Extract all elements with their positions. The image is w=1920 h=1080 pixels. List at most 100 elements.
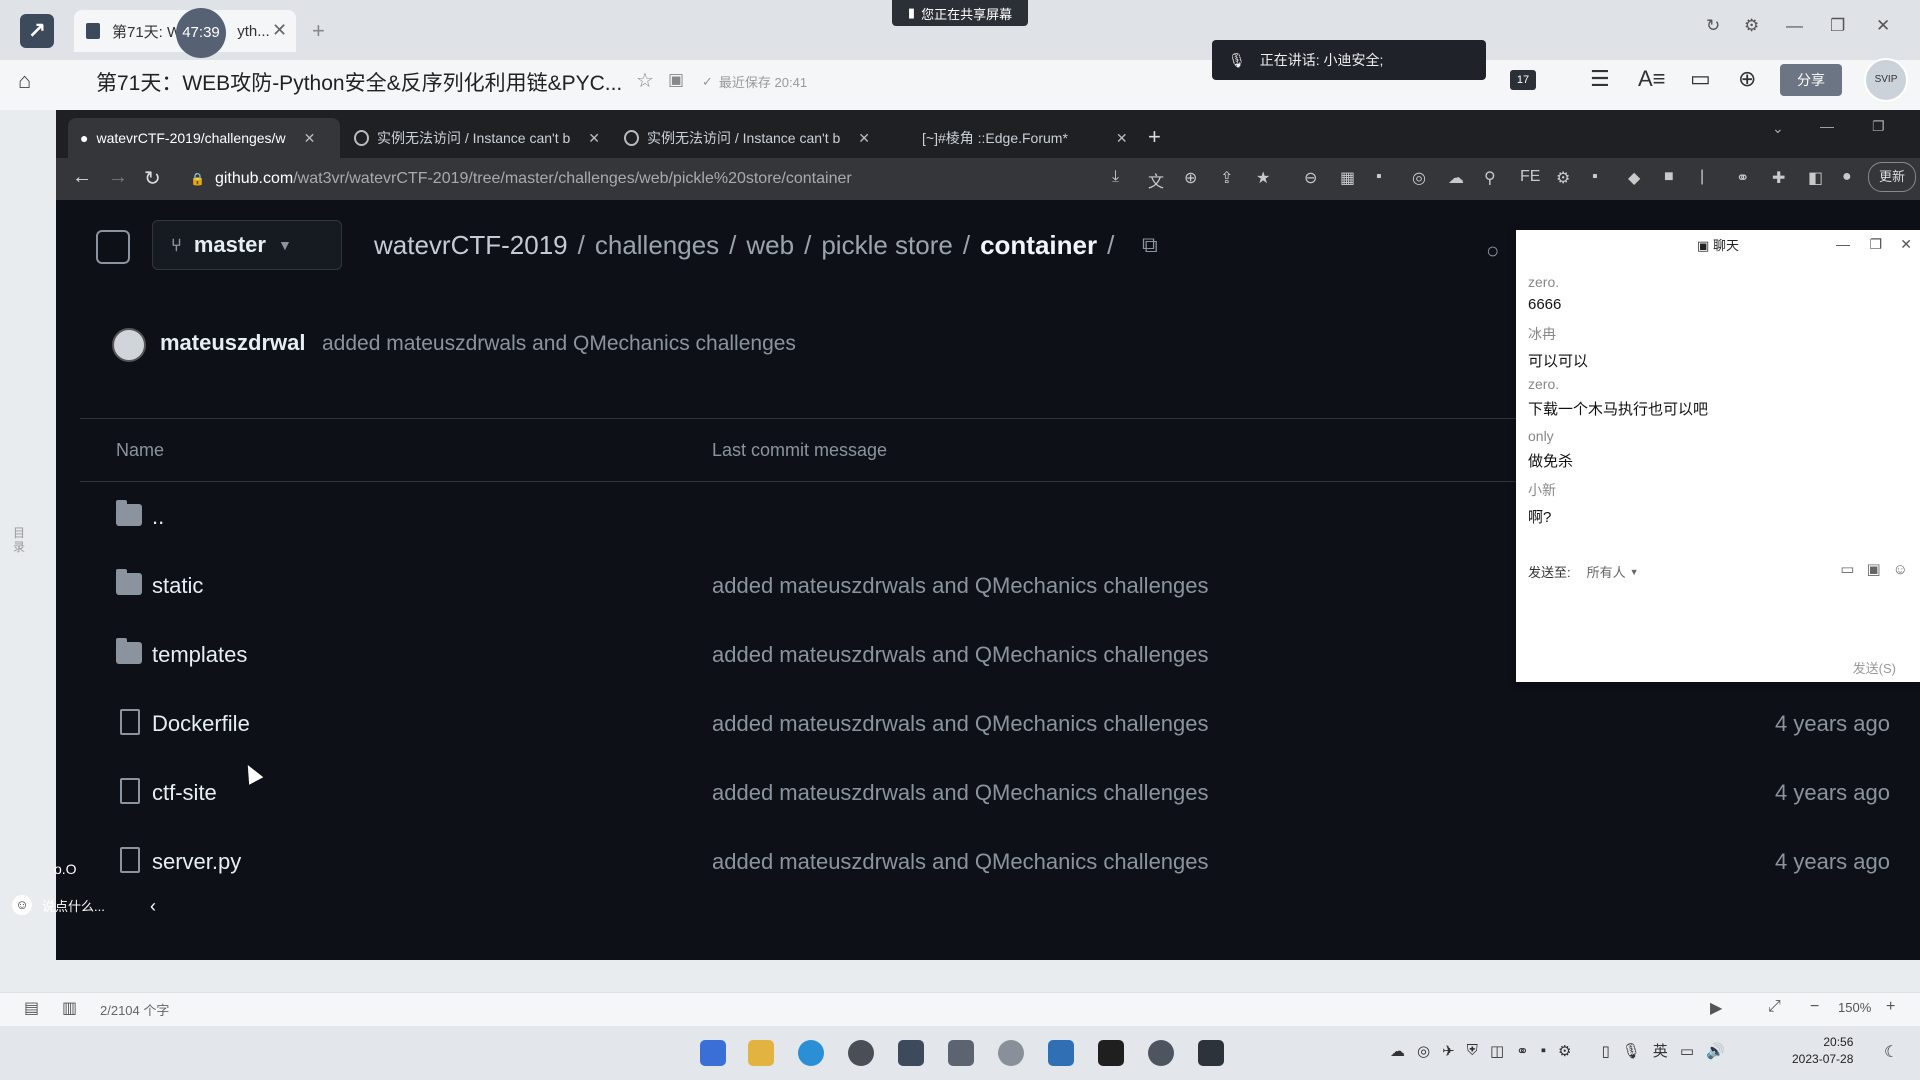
tray-capture-icon[interactable]: ◫	[1490, 1042, 1504, 1060]
forward-icon[interactable]: →	[108, 166, 128, 189]
extensions-puzzle-icon[interactable]: ✚	[1772, 168, 1785, 188]
participant-count-badge[interactable]: 17	[1510, 70, 1536, 90]
start-menu-icon[interactable]	[700, 1040, 726, 1066]
tray-bird-icon[interactable]: ✈	[1442, 1042, 1455, 1060]
latest-commit-message[interactable]: added mateuszdrwals and QMechanics chall…	[322, 332, 796, 356]
add-user-icon[interactable]: ⊕	[1738, 66, 1756, 92]
settings-icon[interactable]: ⚙	[1744, 16, 1759, 36]
tray-app-icon[interactable]: ▪	[1541, 1042, 1546, 1059]
play-icon[interactable]: ▶	[1710, 998, 1722, 1018]
tray-mic-icon[interactable]: 🎙	[1622, 1042, 1641, 1060]
file-name[interactable]: Dockerfile	[152, 711, 250, 737]
app-icon[interactable]	[1148, 1040, 1174, 1066]
extension-pin-icon[interactable]: ⚲	[1484, 168, 1496, 188]
browser-tab-edge-forum[interactable]: [~]#棱角 ::Edge.Forum* ✕	[902, 118, 1138, 158]
pycharm-icon[interactable]	[1098, 1040, 1124, 1066]
file-name[interactable]: ctf-site	[152, 780, 217, 806]
user-avatar[interactable]: SVIP	[1864, 58, 1908, 102]
screenshot-icon[interactable]: ▣	[1866, 560, 1880, 578]
extension-grid-icon[interactable]: ▦	[1340, 168, 1355, 188]
install-icon[interactable]: ⤓	[1112, 168, 1119, 186]
file-name[interactable]: templates	[152, 642, 247, 668]
note-app-icon[interactable]	[898, 1040, 924, 1066]
address-bar[interactable]: 🔒 github.com/wat3vr/watevrCTF-2019/tree/…	[180, 164, 1300, 194]
extension-bar-icon[interactable]: |	[1700, 168, 1704, 186]
extension-globe-icon[interactable]: ◎	[1412, 168, 1426, 188]
file-name[interactable]: static	[152, 573, 203, 599]
volume-icon[interactable]: 🔊	[1706, 1042, 1725, 1060]
tray-shield-icon[interactable]: ⛨	[1467, 1042, 1478, 1059]
user-icon[interactable]: ☺	[1893, 561, 1908, 578]
send-to-target[interactable]: 所有人	[1587, 562, 1626, 581]
bookmark-star-icon[interactable]: ★	[1256, 168, 1270, 188]
extension-square-icon[interactable]: ▪	[1592, 168, 1598, 186]
close-tab-icon[interactable]: ✕	[272, 20, 287, 41]
present-icon[interactable]: ▭	[1690, 66, 1711, 92]
battery-icon[interactable]: ▯	[1601, 1042, 1609, 1060]
branch-selector[interactable]: ⑂ master ▼	[152, 220, 342, 270]
terminal-icon[interactable]	[1198, 1040, 1224, 1066]
new-tab-button[interactable]: +	[312, 18, 325, 44]
translate-icon[interactable]: 文	[1148, 168, 1164, 192]
commit-author[interactable]: mateuszdrwal	[160, 330, 306, 356]
chrome-browser-icon[interactable]	[848, 1040, 874, 1066]
collapse-left-icon[interactable]: ‹	[150, 896, 156, 917]
send-button[interactable]: 发送(S)	[1853, 658, 1896, 677]
copy-path-icon[interactable]: ⧉	[1142, 232, 1158, 258]
search-icon[interactable]: ○	[1486, 238, 1499, 264]
back-icon[interactable]: ←	[72, 166, 92, 189]
breadcrumb-repo-link[interactable]: watevrCTF-2019	[374, 230, 568, 261]
game-icon[interactable]	[998, 1040, 1024, 1066]
file-name[interactable]: ..	[152, 504, 164, 530]
share-page-icon[interactable]: ⇪	[1220, 168, 1233, 188]
close-tab-icon[interactable]: ✕	[858, 130, 870, 147]
maximize-button[interactable]: ❐	[1872, 118, 1885, 135]
menu-icon[interactable]: ☰	[1590, 66, 1610, 92]
extension-fe-icon[interactable]: FE	[1520, 168, 1540, 186]
folder-icon[interactable]: ▭	[1840, 560, 1854, 578]
close-tab-icon[interactable]: ✕	[304, 130, 316, 147]
update-button[interactable]: 更新	[1868, 162, 1916, 192]
commit-message[interactable]: added mateuszdrwals and QMechanics chall…	[712, 573, 1209, 599]
close-tab-icon[interactable]: ✕	[1116, 130, 1128, 147]
tray-gear-icon[interactable]: ⚙	[1558, 1042, 1571, 1060]
word-count[interactable]: 2/2104 个字	[100, 1000, 169, 1019]
vscode-icon[interactable]	[1048, 1040, 1074, 1066]
file-tree-toggle-icon[interactable]	[96, 230, 130, 264]
commit-message[interactable]: added mateuszdrwals and QMechanics chall…	[712, 780, 1209, 806]
tray-globe-icon[interactable]: ◎	[1417, 1042, 1430, 1060]
table-row[interactable]: server.py added mateuszdrwals and QMecha…	[80, 827, 1920, 896]
send-to-selector[interactable]: 发送至: 所有人 ▼	[1528, 562, 1639, 581]
commit-message[interactable]: added mateuszdrwals and QMechanics chall…	[712, 642, 1209, 668]
outline-icon[interactable]: ▤	[24, 998, 39, 1018]
zoom-icon[interactable]: ⊕	[1184, 168, 1197, 188]
home-icon[interactable]: ⌂	[18, 68, 31, 94]
extension-tag-icon[interactable]: ◆	[1628, 168, 1640, 188]
comment-input[interactable]: ☺ 说点什么...	[12, 890, 162, 920]
profile-icon[interactable]: ●	[1842, 168, 1852, 186]
document-title[interactable]: 第71天：WEB攻防-Python安全&反序列化利用链&PYC...	[96, 67, 622, 97]
table-row[interactable]: ctf-site added mateuszdrwals and QMechan…	[80, 758, 1920, 827]
notification-icon[interactable]: ☾	[1884, 1042, 1898, 1062]
minimize-button[interactable]: —	[1836, 236, 1850, 252]
tray-share-icon[interactable]: ⚭	[1516, 1042, 1529, 1060]
maximize-button[interactable]: ❐	[1869, 236, 1882, 253]
extension-link-icon[interactable]: ⚭	[1736, 168, 1749, 188]
tab-search-icon[interactable]: ⌄	[1772, 120, 1784, 137]
side-panel-icon[interactable]: ◧	[1808, 168, 1823, 188]
emoji-icon[interactable]: ☺	[12, 895, 32, 915]
minimize-button[interactable]: —	[1786, 16, 1803, 36]
file-explorer-icon[interactable]	[748, 1040, 774, 1066]
browser-tab-instance-1[interactable]: 实例无法访问 / Instance can't b ✕	[342, 118, 612, 158]
ime-indicator[interactable]: 英	[1653, 1040, 1668, 1061]
page-icon[interactable]: ▥	[62, 998, 77, 1018]
maximize-button[interactable]: ❐	[1830, 16, 1845, 36]
browser-tab-instance-2[interactable]: 实例无法访问 / Instance can't b ✕	[612, 118, 882, 158]
network-icon[interactable]: ▭	[1680, 1042, 1694, 1060]
extension-box-icon[interactable]: ■	[1664, 168, 1674, 186]
breadcrumb-link[interactable]: web	[746, 230, 794, 261]
commit-author-avatar[interactable]	[112, 328, 146, 362]
font-size-icon[interactable]: A≡	[1638, 66, 1666, 92]
edge-browser-icon[interactable]	[798, 1040, 824, 1066]
file-name[interactable]: server.py	[152, 849, 241, 875]
